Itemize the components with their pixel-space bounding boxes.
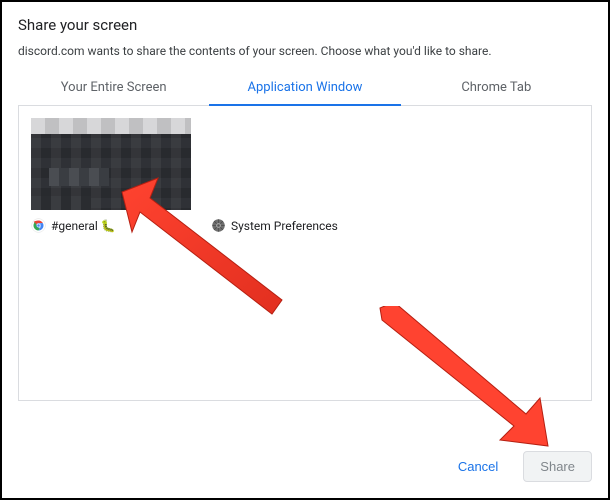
tab-entire-screen[interactable]: Your Entire Screen [18, 72, 209, 105]
dialog-subtitle: discord.com wants to share the contents … [18, 44, 592, 58]
chrome-icon [31, 218, 46, 233]
window-label: #general 🐛 [51, 219, 116, 233]
tab-application-window[interactable]: Application Window [209, 72, 400, 105]
dialog-title: Share your screen [18, 16, 592, 34]
window-thumbnail [31, 118, 191, 210]
tab-chrome-tab[interactable]: Chrome Tab [401, 72, 592, 105]
window-picker-area: #general 🐛 System Preferences [18, 106, 592, 401]
tab-bar: Your Entire Screen Application Window Ch… [18, 72, 592, 106]
window-label: System Preferences [231, 219, 338, 233]
window-option-system-preferences[interactable]: System Preferences [211, 118, 371, 233]
prefs-icon [211, 218, 226, 233]
share-button[interactable]: Share [523, 451, 592, 482]
dialog-footer: Cancel Share [441, 451, 592, 482]
cancel-button[interactable]: Cancel [441, 451, 515, 482]
window-option-general[interactable]: #general 🐛 [31, 118, 191, 233]
